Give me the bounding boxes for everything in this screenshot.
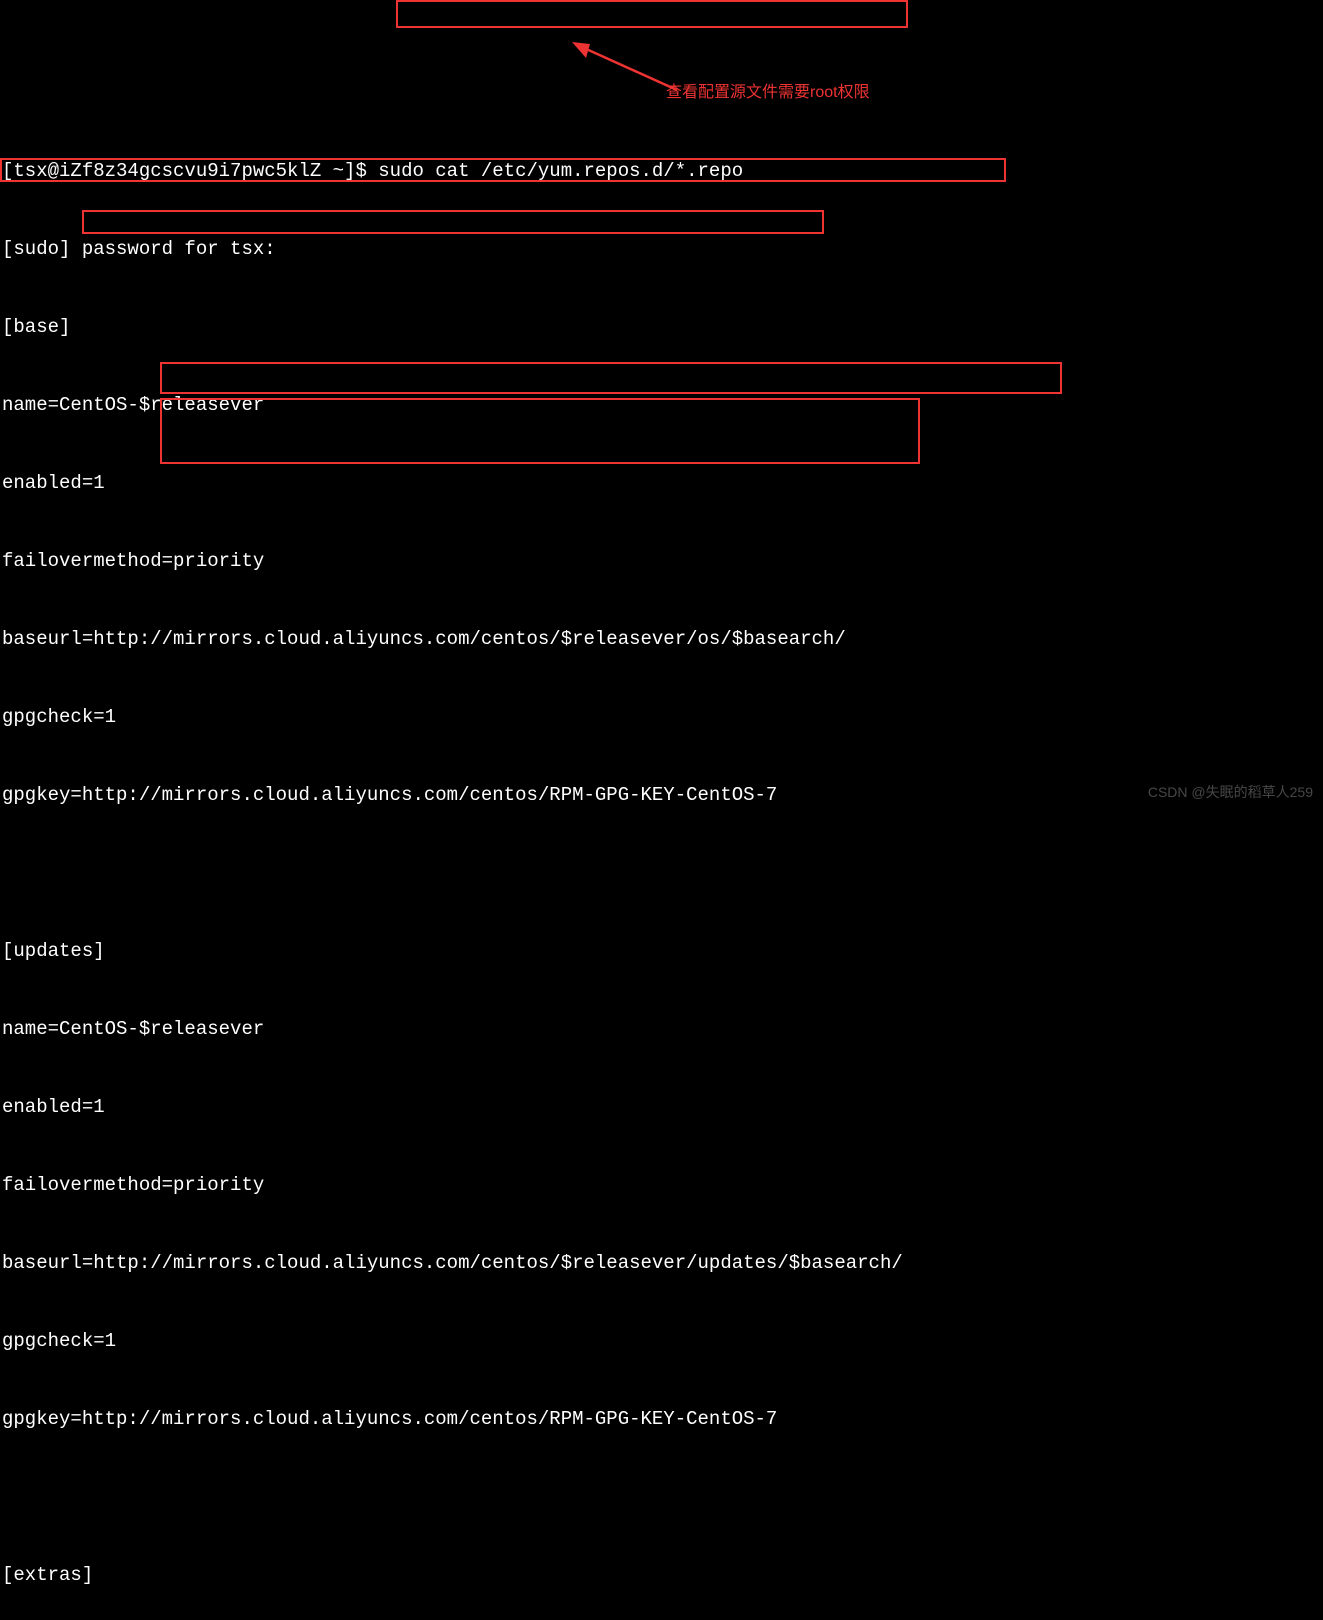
terminal-line: name=CentOS-$releasever xyxy=(2,392,1323,418)
terminal-line: enabled=1 xyxy=(2,1094,1323,1120)
terminal-line: gpgcheck=1 xyxy=(2,1328,1323,1354)
terminal-line: [extras] xyxy=(2,1562,1323,1588)
terminal-line: gpgcheck=1 xyxy=(2,704,1323,730)
terminal-line: gpgkey=http://mirrors.cloud.aliyuncs.com… xyxy=(2,782,1323,808)
terminal-line: [tsx@iZf8z34gcscvu9i7pwc5klZ ~]$ sudo ca… xyxy=(2,158,1323,184)
terminal-line xyxy=(2,860,1323,886)
terminal-line: failovermethod=priority xyxy=(2,1172,1323,1198)
highlight-box-command xyxy=(396,0,908,28)
terminal-line: failovermethod=priority xyxy=(2,548,1323,574)
terminal-line xyxy=(2,1484,1323,1510)
terminal-line: [sudo] password for tsx: xyxy=(2,236,1323,262)
terminal-line: gpgkey=http://mirrors.cloud.aliyuncs.com… xyxy=(2,1406,1323,1432)
terminal-line: name=CentOS-$releasever xyxy=(2,1016,1323,1042)
terminal-line: enabled=1 xyxy=(2,470,1323,496)
annotation-text: 查看配置源文件需要root权限 xyxy=(666,80,870,106)
terminal-line: [updates] xyxy=(2,938,1323,964)
terminal-output: [tsx@iZf8z34gcscvu9i7pwc5klZ ~]$ sudo ca… xyxy=(0,104,1323,1620)
watermark: CSDN @失眠的稻草人259 xyxy=(1148,779,1313,805)
terminal-line: [base] xyxy=(2,314,1323,340)
terminal-line: baseurl=http://mirrors.cloud.aliyuncs.co… xyxy=(2,1250,1323,1276)
terminal-line: baseurl=http://mirrors.cloud.aliyuncs.co… xyxy=(2,626,1323,652)
